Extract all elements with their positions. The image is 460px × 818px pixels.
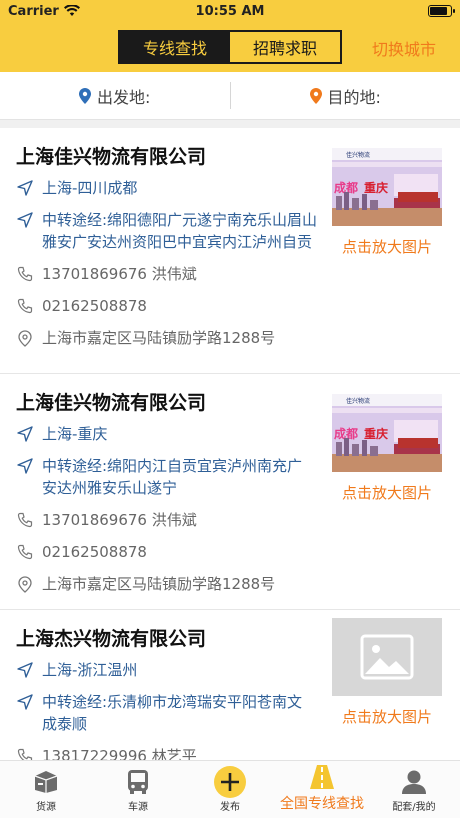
bottom-tab-bar: 货源 车源 发布 全国专线查找 配套/我的	[0, 760, 460, 818]
listing-card[interactable]: 上海杰兴物流有限公司 上海-浙江温州 中转途经:乐清柳市龙湾瑞安平阳苍南文成泰顺…	[0, 610, 460, 760]
transit-row: 中转途经:乐清柳市龙湾瑞安平阳苍南文成泰顺	[16, 691, 316, 735]
telephone-number: 02162508878	[42, 297, 147, 315]
enlarge-image-link[interactable]: 点击放大图片	[332, 482, 442, 503]
phone-icon	[17, 512, 33, 528]
phone-row[interactable]: 13817229996 林艺平	[16, 745, 444, 760]
tab-label: 发布	[220, 802, 240, 813]
phone-icon	[17, 544, 33, 560]
send-arrow-icon	[17, 662, 33, 678]
location-pin-icon	[79, 87, 92, 104]
mobile-number: 13701869676 洪伟斌	[42, 265, 197, 283]
mobile-number: 13701869676 洪伟斌	[42, 511, 197, 529]
switch-city-button[interactable]: 切换城市	[372, 36, 436, 60]
box-icon	[34, 771, 58, 793]
address-text: 上海市嘉定区马陆镇励学路1288号	[42, 329, 276, 347]
location-filter-bar: 出发地: 目的地:	[0, 72, 460, 120]
enlarge-image-link[interactable]: 点击放大图片	[332, 706, 442, 727]
address-text: 上海市嘉定区马陆镇励学路1288号	[42, 575, 276, 593]
map-pin-icon	[18, 576, 32, 593]
tab-national-line-search[interactable]: 全国专线查找	[276, 761, 368, 818]
origin-label: 出发地:	[97, 87, 151, 107]
mode-segment-control: 专线查找 招聘求职	[118, 30, 342, 64]
destination-label: 目的地:	[327, 87, 381, 107]
tab-label: 货源	[36, 802, 56, 813]
route-text: 上海-浙江温州	[42, 661, 138, 679]
tab-vehicles[interactable]: 车源	[92, 761, 184, 818]
ad-image: 佳兴物流 成都 重庆	[332, 394, 442, 472]
send-arrow-icon	[17, 694, 33, 710]
bus-icon	[128, 770, 148, 794]
tab-label: 配套/我的	[392, 802, 436, 813]
plus-icon	[214, 766, 246, 798]
route-text: 上海-重庆	[42, 425, 108, 443]
person-icon	[402, 770, 426, 794]
list-gap	[0, 120, 460, 128]
send-arrow-icon	[17, 458, 33, 474]
tab-label: 全国专线查找	[280, 796, 364, 812]
tel-row[interactable]: 02162508878	[16, 295, 444, 317]
listing-card[interactable]: 上海佳兴物流有限公司 上海-四川成都 中转途经:绵阳德阳广元遂宁南充乐山眉山雅安…	[0, 128, 460, 374]
listing-image[interactable]: 点击放大图片	[332, 618, 442, 727]
tab-line-search[interactable]: 专线查找	[120, 32, 230, 62]
phone-row[interactable]: 13701869676 洪伟斌	[16, 509, 444, 531]
listing-card[interactable]: 上海佳兴物流有限公司 上海-重庆 中转途经:绵阳内江自贡宜宾泸州南充广安达州雅安…	[0, 374, 460, 610]
status-bar: Carrier 10:55 AM	[0, 0, 460, 22]
route-text: 上海-四川成都	[42, 179, 138, 197]
transit-text: 中转途经:绵阳内江自贡宜宾泸州南充广安达州雅安乐山遂宁	[42, 457, 303, 497]
phone-row[interactable]: 13701869676 洪伟斌	[16, 263, 444, 285]
top-header: 专线查找 招聘求职 切换城市	[0, 22, 460, 72]
ad-brand: 佳兴物流	[346, 397, 370, 405]
send-arrow-icon	[17, 212, 33, 228]
listing-image[interactable]: 佳兴物流 成都 重庆 点击放大图片	[332, 148, 442, 257]
battery-icon	[428, 5, 455, 17]
phone-icon	[17, 748, 33, 760]
map-pin-icon	[18, 330, 32, 347]
enlarge-image-link[interactable]: 点击放大图片	[332, 236, 442, 257]
tab-publish[interactable]: 发布	[184, 761, 276, 818]
mobile-number: 13817229996 林艺平	[42, 747, 197, 760]
origin-selector[interactable]: 出发地:	[0, 72, 230, 119]
send-arrow-icon	[17, 180, 33, 196]
transit-row: 中转途经:绵阳内江自贡宜宾泸州南充广安达州雅安乐山遂宁	[16, 455, 316, 499]
image-placeholder-icon	[332, 618, 442, 696]
ad-city-2: 重庆	[364, 180, 388, 195]
route-row: 上海-四川成都	[16, 177, 316, 199]
phone-icon	[17, 298, 33, 314]
ad-image: 佳兴物流 成都 重庆	[332, 148, 442, 226]
clock: 10:55 AM	[195, 3, 265, 19]
line-listing-list[interactable]: 上海佳兴物流有限公司 上海-四川成都 中转途经:绵阳德阳广元遂宁南充乐山眉山雅安…	[0, 120, 460, 760]
address-row: 上海市嘉定区马陆镇励学路1288号	[16, 327, 444, 349]
destination-selector[interactable]: 目的地:	[231, 72, 460, 119]
transit-text: 中转途经:乐清柳市龙湾瑞安平阳苍南文成泰顺	[42, 693, 303, 733]
telephone-number: 02162508878	[42, 543, 147, 561]
location-pin-icon	[309, 87, 322, 104]
tab-cargo[interactable]: 货源	[0, 761, 92, 818]
phone-icon	[17, 266, 33, 282]
tab-recruitment[interactable]: 招聘求职	[230, 32, 340, 62]
ad-city-2: 重庆	[364, 426, 388, 441]
tel-row[interactable]: 02162508878	[16, 541, 444, 563]
tab-label: 车源	[128, 802, 148, 813]
transit-text: 中转途经:绵阳德阳广元遂宁南充乐山眉山雅安广安达州资阳巴中宜宾内江泸州自贡	[42, 211, 318, 251]
route-row: 上海-浙江温州	[16, 659, 316, 681]
send-arrow-icon	[17, 426, 33, 442]
route-row: 上海-重庆	[16, 423, 316, 445]
tab-profile[interactable]: 配套/我的	[368, 761, 460, 818]
listing-image[interactable]: 佳兴物流 成都 重庆 点击放大图片	[332, 394, 442, 503]
ad-brand: 佳兴物流	[346, 151, 370, 159]
transit-row: 中转途经:绵阳德阳广元遂宁南充乐山眉山雅安广安达州资阳巴中宜宾内江泸州自贡	[16, 209, 326, 253]
address-row: 上海市嘉定区马陆镇励学路1288号	[16, 573, 444, 595]
road-icon	[310, 765, 334, 789]
